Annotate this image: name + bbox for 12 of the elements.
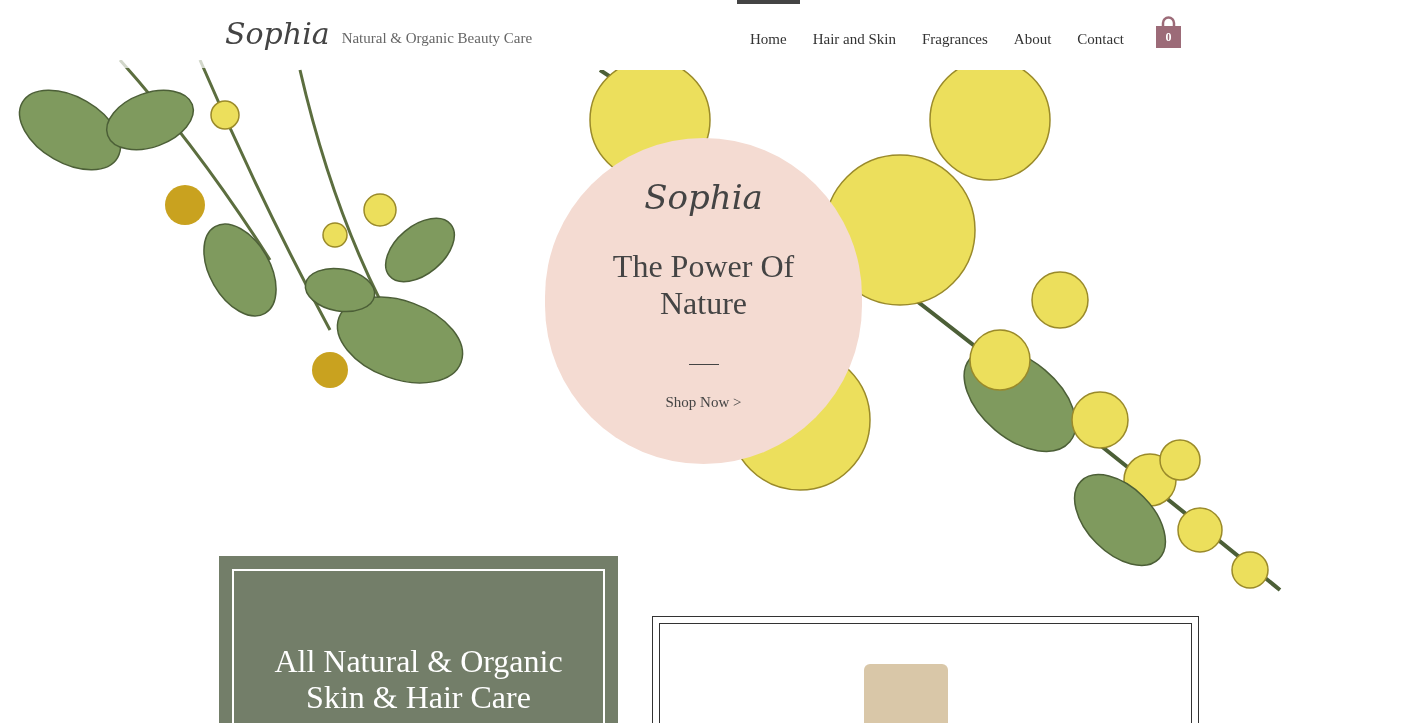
tagline: Natural & Organic Beauty Care bbox=[341, 28, 533, 48]
feature-heading: All Natural & Organic Skin & Hair Care bbox=[273, 643, 564, 717]
nav-link[interactable]: Fragrances bbox=[909, 0, 1001, 68]
nav-link[interactable]: Contact bbox=[1064, 0, 1137, 68]
circle-logo: Sophia bbox=[644, 180, 763, 214]
nav-link[interactable]: About bbox=[1000, 0, 1065, 68]
nav-link[interactable]: Hair and Skin bbox=[799, 0, 910, 68]
hero-title: The Power Of Nature bbox=[611, 248, 796, 322]
nav-link[interactable]: Home bbox=[737, 0, 800, 68]
cart-button[interactable]: 0 bbox=[1155, 16, 1182, 48]
logo[interactable]: Sophia bbox=[225, 19, 330, 49]
shop-now-link[interactable]: Shop Now > bbox=[665, 391, 742, 414]
